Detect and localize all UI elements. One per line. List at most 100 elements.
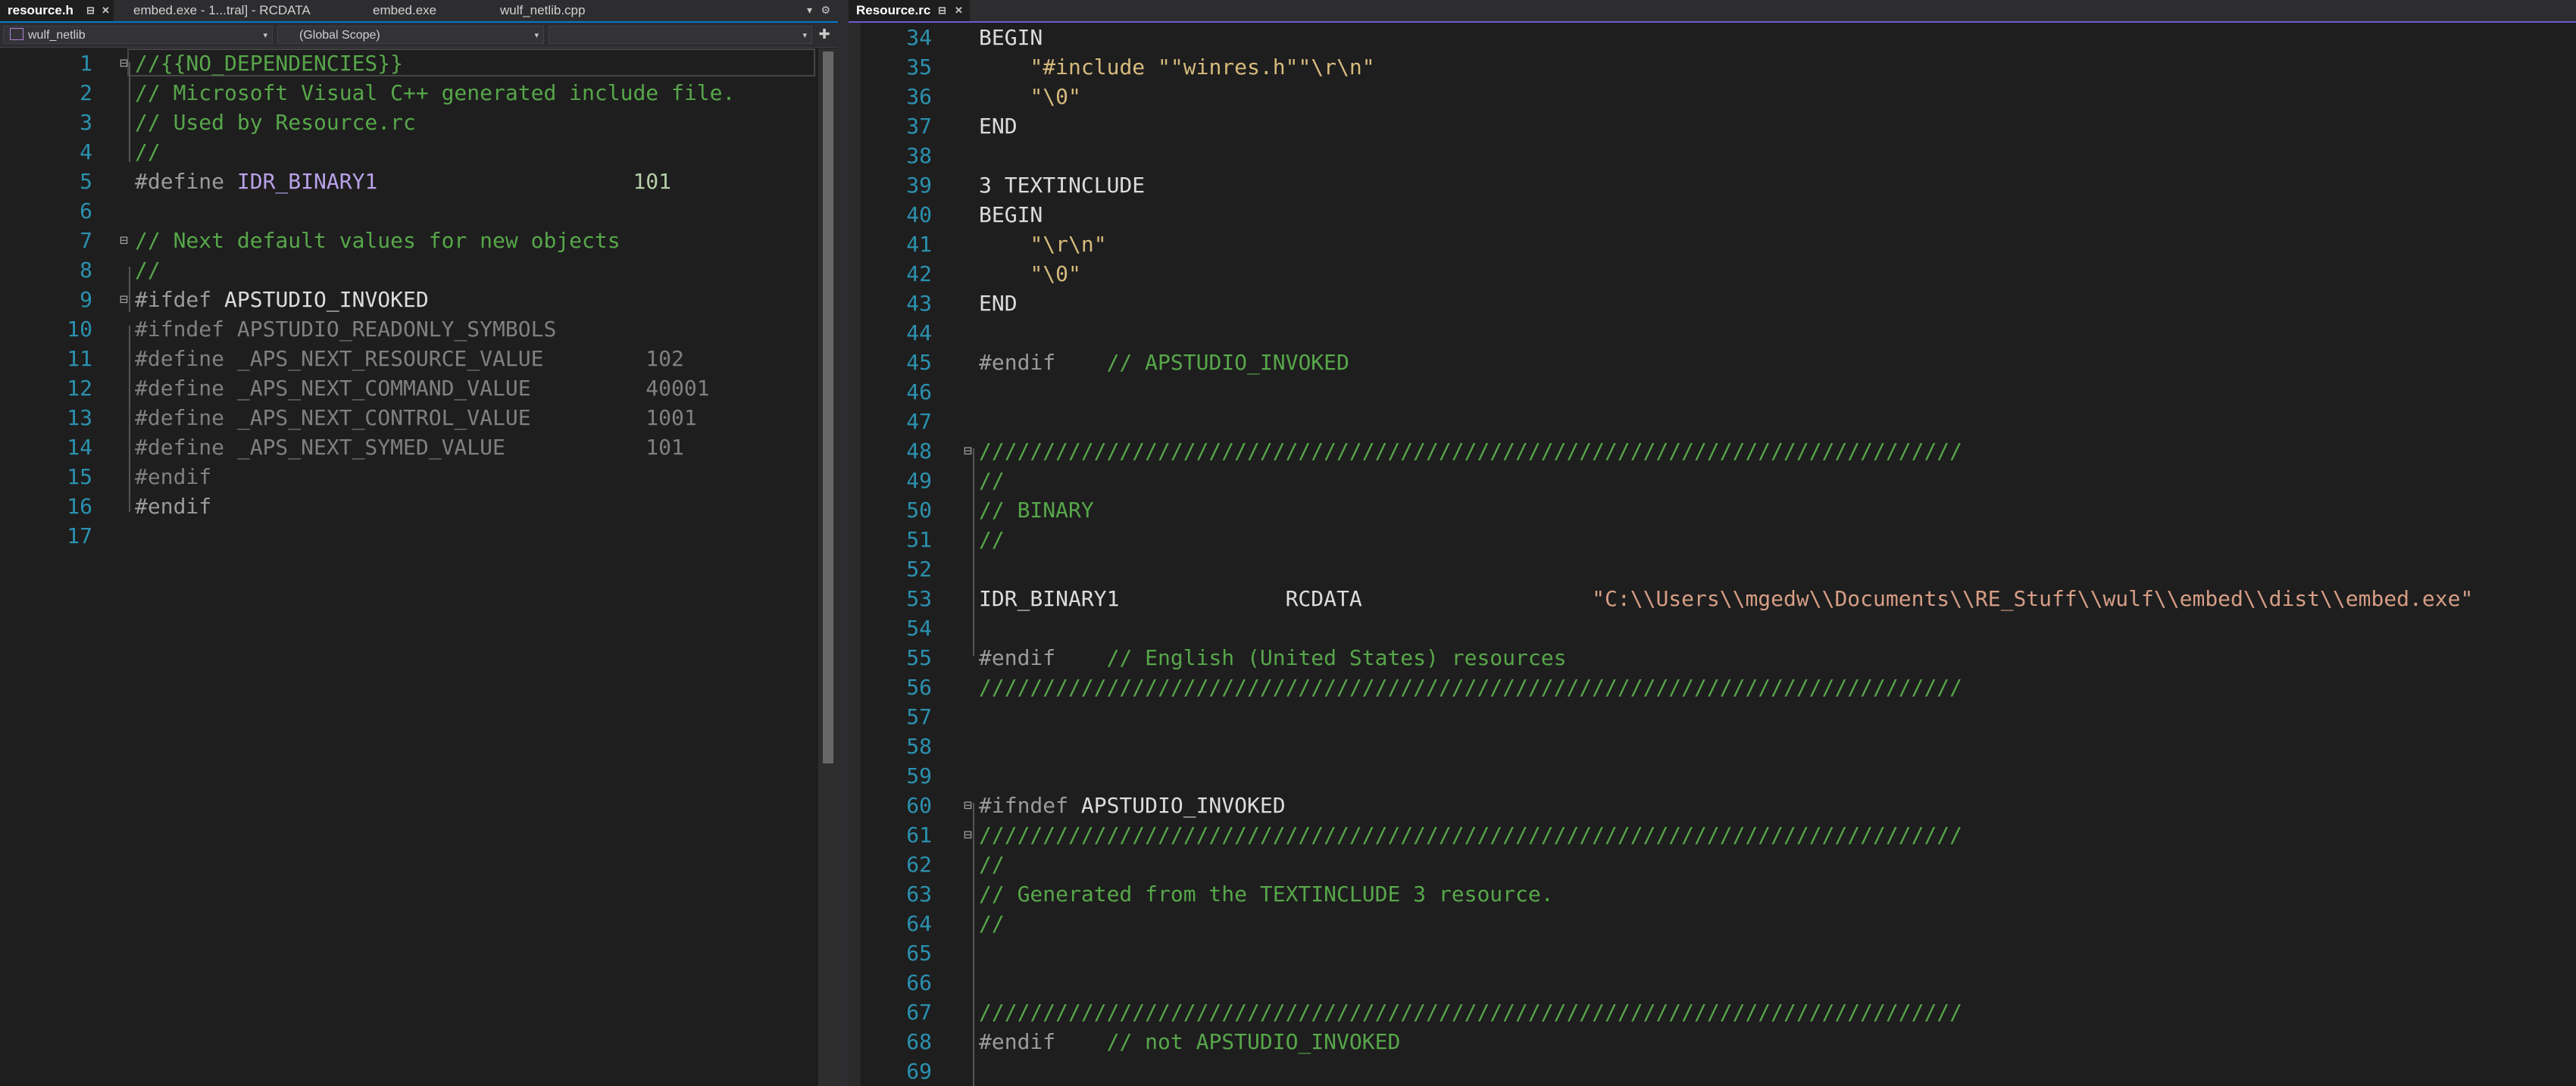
code-line[interactable]: 56 //////////////////////////////////////… <box>849 673 2576 702</box>
code-line[interactable]: 57 <box>849 702 2576 732</box>
tab-resource-h[interactable]: resource.h ⊟ ✕ <box>0 0 114 21</box>
line-number: 2 <box>80 80 92 105</box>
code-line[interactable]: 64 // <box>849 909 2576 938</box>
pin-icon[interactable]: ⊟ <box>86 0 95 21</box>
code-line[interactable]: 52 <box>849 554 2576 584</box>
code-line[interactable]: 58 <box>849 732 2576 761</box>
fold-toggle-icon[interactable]: ⊟ <box>120 226 128 255</box>
line-number: 6 <box>80 198 92 223</box>
line-number: 36 <box>906 84 932 109</box>
right-editor-pane: Resource.rc ⊟ ✕ 34 BEGIN 35 "#include ""wi… <box>849 0 2576 1086</box>
code-line[interactable]: 36 "\0" <box>849 82 2576 111</box>
code-text: // <box>979 850 1005 879</box>
line-number: 55 <box>906 645 932 670</box>
settings-icon[interactable]: ⚙ <box>821 0 830 21</box>
fold-toggle-icon[interactable]: ⊟ <box>964 436 972 466</box>
code-token: // <box>979 852 1005 877</box>
code-line[interactable]: 5 #define IDR_BINARY1 101 <box>0 167 838 196</box>
code-line[interactable]: 44 <box>849 318 2576 348</box>
code-line[interactable]: 14 #define _APS_NEXT_SYMED_VALUE 101 <box>0 432 838 462</box>
code-line[interactable]: 6 <box>0 196 838 226</box>
code-line[interactable]: 63 // Generated from the TEXTINCLUDE 3 re… <box>849 879 2576 909</box>
fold-toggle-icon[interactable]: ⊟ <box>120 285 128 314</box>
code-line[interactable]: 60 ⊟ #ifndef APSTUDIO_INVOKED <box>849 791 2576 820</box>
code-line[interactable]: 61 ⊟ /////////////////////////////////////… <box>849 820 2576 850</box>
code-line[interactable]: 12 #define _APS_NEXT_COMMAND_VALUE 40001 <box>0 373 838 403</box>
code-line[interactable]: 43 END <box>849 289 2576 318</box>
code-text: // Generated from the TEXTINCLUDE 3 reso… <box>979 879 1554 909</box>
split-window-icon[interactable]: ✚ <box>817 26 832 44</box>
code-line[interactable]: 42 "\0" <box>849 259 2576 289</box>
code-line[interactable]: 49 // <box>849 466 2576 495</box>
code-line[interactable]: 17 <box>0 521 838 551</box>
code-line[interactable]: 16 #endif <box>0 492 838 521</box>
line-number: 54 <box>906 616 932 641</box>
tab-overflow-icon[interactable]: ▾ <box>807 0 812 21</box>
code-text: "\0" <box>979 259 1080 289</box>
code-line[interactable]: 46 <box>849 377 2576 407</box>
code-line[interactable]: 15 #endif <box>0 462 838 492</box>
code-line[interactable]: 37 END <box>849 111 2576 141</box>
code-line[interactable]: 54 <box>849 613 2576 643</box>
fold-toggle-icon[interactable]: ⊟ <box>120 48 128 78</box>
code-line[interactable]: 47 <box>849 407 2576 436</box>
code-line[interactable]: 34 BEGIN <box>849 23 2576 52</box>
code-line[interactable]: 51 // <box>849 525 2576 554</box>
code-line[interactable]: 66 <box>849 968 2576 997</box>
tab-embed-exe-rcdata[interactable]: embed.exe - 1...tral] - RCDATA <box>126 0 353 21</box>
tab-embed-exe[interactable]: embed.exe <box>365 0 486 21</box>
code-line[interactable]: 38 <box>849 141 2576 170</box>
code-token: ////////////////////////////////////////… <box>979 675 1963 700</box>
code-line[interactable]: 8 // <box>0 255 838 285</box>
code-line[interactable]: 68 #endif // not APSTUDIO_INVOKED <box>849 1027 2576 1056</box>
code-text: END <box>979 111 1018 141</box>
code-line[interactable]: 7 ⊟ // Next default values for new objects <box>0 226 838 255</box>
line-number: 7 <box>80 228 92 253</box>
code-line[interactable]: 3 // Used by Resource.rc <box>0 108 838 137</box>
code-line[interactable]: 9 ⊟ #ifdef APSTUDIO_INVOKED <box>0 285 838 314</box>
scope-combo[interactable]: (Global Scope) ▾ <box>277 26 544 44</box>
code-line[interactable]: 62 // <box>849 850 2576 879</box>
code-line[interactable]: 4 // <box>0 137 838 167</box>
tab-wulf-netlib-cpp[interactable]: wulf_netlib.cpp <box>492 0 644 21</box>
code-line[interactable]: 40 BEGIN <box>849 200 2576 229</box>
code-token: #endif <box>135 494 212 519</box>
fold-toggle-icon[interactable]: ⊟ <box>964 820 972 850</box>
code-line[interactable]: 39 3 TEXTINCLUDE <box>849 170 2576 200</box>
code-line[interactable]: 1 ⊟ //{{NO_DEPENDENCIES}} <box>0 48 838 78</box>
project-combo[interactable]: wulf_netlib ▾ <box>3 26 273 44</box>
code-token: // <box>979 468 1005 493</box>
code-line[interactable]: 65 <box>849 938 2576 968</box>
tab-resource-rc[interactable]: Resource.rc ⊟ ✕ <box>849 0 970 21</box>
code-line[interactable]: 2 // Microsoft Visual C++ generated inclu… <box>0 78 838 108</box>
code-line[interactable]: 50 // BINARY <box>849 495 2576 525</box>
close-icon[interactable]: ✕ <box>955 0 963 21</box>
code-line[interactable]: 53 IDR_BINARY1 RCDATA "C:\\Users\\mgedw\\… <box>849 584 2576 613</box>
code-editor-resource-rc[interactable]: 34 BEGIN 35 "#include ""winres.h""\r\n" 36 … <box>849 23 2576 1086</box>
code-line[interactable]: 13 #define _APS_NEXT_CONTROL_VALUE 1001 <box>0 403 838 432</box>
line-number: 37 <box>906 114 932 139</box>
code-line[interactable]: 55 #endif // English (United States) reso… <box>849 643 2576 673</box>
member-combo[interactable]: ▾ <box>549 26 812 44</box>
close-icon[interactable]: ✕ <box>102 0 110 21</box>
line-number: 63 <box>906 882 932 907</box>
line-number: 50 <box>906 498 932 523</box>
code-token: // <box>135 139 161 164</box>
code-line[interactable]: 59 <box>849 761 2576 791</box>
code-line[interactable]: 11 #define _APS_NEXT_RESOURCE_VALUE 102 <box>0 344 838 373</box>
code-line[interactable]: 41 "\r\n" <box>849 229 2576 259</box>
code-line[interactable]: 35 "#include ""winres.h""\r\n" <box>849 52 2576 82</box>
fold-toggle-icon[interactable]: ⊟ <box>964 791 972 820</box>
pin-icon[interactable]: ⊟ <box>938 0 946 21</box>
line-number: 44 <box>906 320 932 345</box>
vertical-scrollbar[interactable] <box>818 48 838 1086</box>
code-line[interactable]: 45 #endif // APSTUDIO_INVOKED <box>849 348 2576 377</box>
code-editor-resource-h[interactable]: 1 ⊟ //{{NO_DEPENDENCIES}} 2 // Microsoft Vis… <box>0 48 838 1086</box>
code-line[interactable]: 10 #ifndef APSTUDIO_READONLY_SYMBOLS <box>0 314 838 344</box>
editor-splitter[interactable] <box>838 0 849 1086</box>
code-line[interactable]: 69 <box>849 1056 2576 1086</box>
code-line[interactable]: 48 ⊟ /////////////////////////////////////… <box>849 436 2576 466</box>
scrollbar-thumb[interactable] <box>823 51 833 763</box>
code-line[interactable]: 67 //////////////////////////////////////… <box>849 997 2576 1027</box>
